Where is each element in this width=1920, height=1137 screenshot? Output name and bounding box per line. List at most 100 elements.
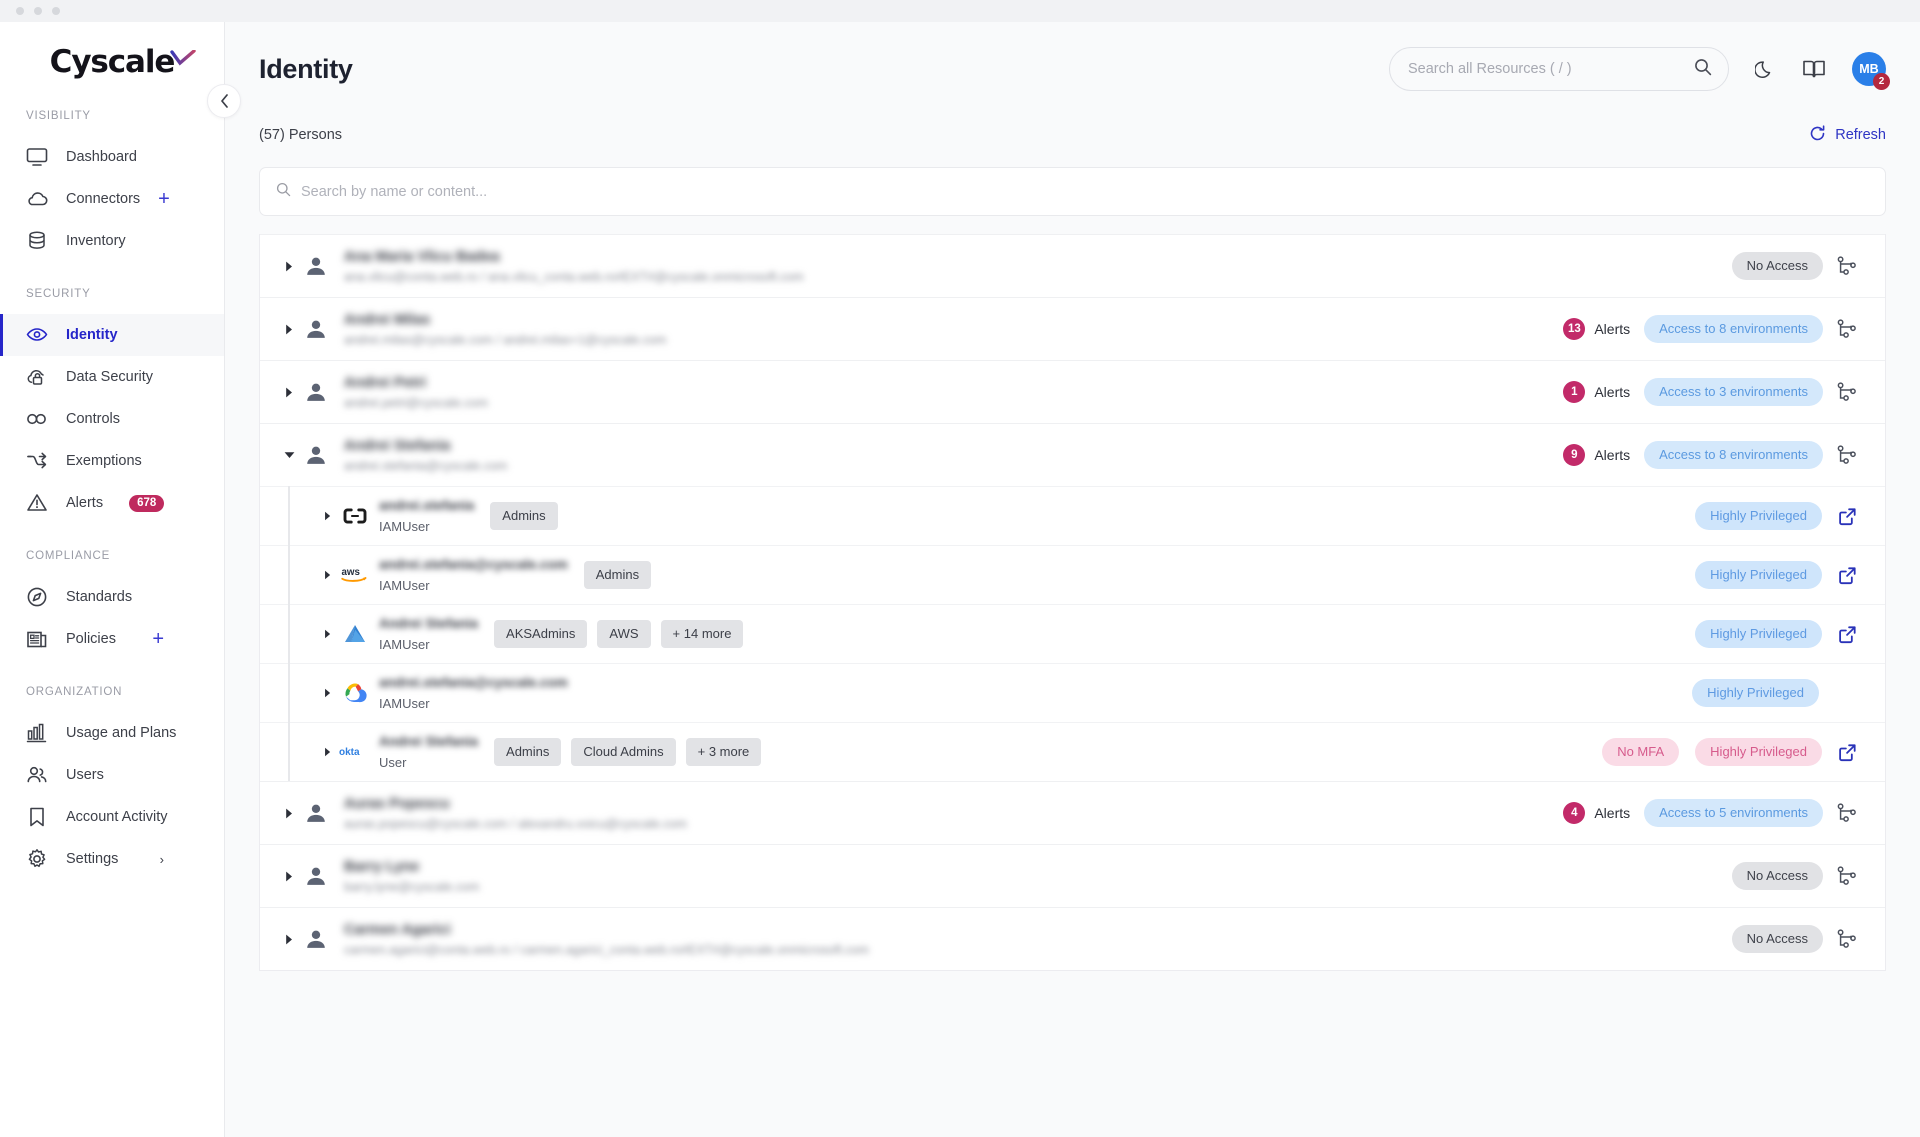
org-branch-icon[interactable] — [1837, 866, 1857, 886]
moon-icon[interactable] — [1755, 59, 1776, 80]
table-search-input[interactable] — [301, 184, 1869, 200]
chevron-right-icon[interactable] — [315, 511, 339, 521]
chevron-right-icon[interactable] — [276, 324, 302, 335]
window-dot-maximize[interactable] — [52, 7, 60, 15]
identity-row[interactable]: oktaAndrei StefaniaUserAdminsCloud Admin… — [260, 722, 1885, 781]
person-row[interactable]: Andrei Milasandrei.milas@cyscale.com / a… — [260, 297, 1885, 360]
external-link-icon[interactable] — [1838, 566, 1857, 585]
chevron-right-icon[interactable] — [276, 808, 302, 819]
cloud-lock-icon — [26, 366, 48, 388]
chevron-right-icon[interactable] — [276, 387, 302, 398]
no-access-badge[interactable]: No Access — [1732, 925, 1823, 953]
org-branch-icon[interactable] — [1837, 445, 1857, 465]
external-link-icon[interactable] — [1838, 625, 1857, 644]
identity-row-status: Highly Privileged — [1695, 561, 1857, 589]
alerts-cell[interactable]: 9Alerts — [1563, 444, 1630, 466]
person-row[interactable]: Auras Popescuauras.popescu@cyscale.com /… — [260, 781, 1885, 844]
global-search-input[interactable] — [1408, 61, 1694, 77]
sidebar-collapse-button[interactable] — [207, 84, 241, 118]
sidebar-item-label: Settings — [66, 851, 118, 867]
sidebar-item-users[interactable]: Users — [0, 754, 224, 796]
chevron-right-icon[interactable] — [315, 747, 339, 757]
sidebar-item-controls[interactable]: Controls — [0, 398, 224, 440]
sidebar-item-account-activity[interactable]: Account Activity — [0, 796, 224, 838]
identity-tag[interactable]: Admins — [494, 738, 561, 766]
identity-type: IAMUser — [379, 696, 568, 711]
identity-row[interactable]: awsandrei.stefania@cyscale.comIAMUserAdm… — [260, 545, 1885, 604]
identity-tag[interactable]: Admins — [584, 561, 651, 589]
chevron-right-icon[interactable] — [315, 629, 339, 639]
sidebar-item-data-security[interactable]: Data Security — [0, 356, 224, 398]
org-branch-icon[interactable] — [1837, 803, 1857, 823]
sidebar-item-exemptions[interactable]: Exemptions — [0, 440, 224, 482]
chevron-right-icon[interactable] — [315, 570, 339, 580]
top-bar: Identity MB 2 — [225, 22, 1920, 116]
no-access-badge[interactable]: No Access — [1732, 862, 1823, 890]
alerts-cell[interactable]: 13Alerts — [1563, 318, 1630, 340]
environments-access-badge[interactable]: Access to 8 environments — [1644, 315, 1823, 343]
environments-access-badge[interactable]: Access to 3 environments — [1644, 378, 1823, 406]
no-mfa-badge[interactable]: No MFA — [1602, 738, 1679, 766]
chevron-right-icon[interactable] — [276, 871, 302, 882]
identity-tag[interactable]: + 14 more — [661, 620, 744, 648]
sidebar-item-identity[interactable]: Identity — [0, 314, 224, 356]
chevron-right-icon[interactable]: › — [160, 852, 164, 867]
sidebar-item-policies[interactable]: Policies+ — [0, 618, 224, 660]
identity-tag[interactable]: AKSAdmins — [494, 620, 587, 648]
table-search[interactable] — [259, 167, 1886, 216]
plus-icon[interactable]: + — [158, 189, 170, 209]
chevron-down-icon[interactable] — [276, 451, 302, 459]
sidebar-item-alerts[interactable]: Alerts678 — [0, 482, 224, 524]
identity-row[interactable]: andrei.stefaniaIAMUserAdminsHighly Privi… — [260, 486, 1885, 545]
window-dot-minimize[interactable] — [34, 7, 42, 15]
sidebar-item-settings[interactable]: Settings › — [0, 838, 224, 880]
brand-logo[interactable]: Cyscale — [0, 22, 224, 110]
highly-privileged-badge[interactable]: Highly Privileged — [1692, 679, 1819, 707]
org-branch-icon[interactable] — [1837, 319, 1857, 339]
identity-row-status: Highly Privileged — [1695, 620, 1857, 648]
highly-privileged-badge[interactable]: Highly Privileged — [1695, 738, 1822, 766]
person-row[interactable]: Carmen Agaricicarmen.agarici@conta.web.r… — [260, 907, 1885, 970]
identity-row[interactable]: Andrei StefaniaIAMUserAKSAdminsAWS+ 14 m… — [260, 604, 1885, 663]
no-access-badge[interactable]: No Access — [1732, 252, 1823, 280]
identity-tag[interactable]: AWS — [597, 620, 650, 648]
alerts-cell[interactable]: 1Alerts — [1563, 381, 1630, 403]
environments-access-badge[interactable]: Access to 5 environments — [1644, 799, 1823, 827]
highly-privileged-badge[interactable]: Highly Privileged — [1695, 502, 1822, 530]
chevron-right-icon[interactable] — [276, 934, 302, 945]
external-link-icon[interactable] — [1838, 743, 1857, 762]
org-branch-icon[interactable] — [1837, 256, 1857, 276]
chevron-right-icon[interactable] — [276, 261, 302, 272]
sidebar-item-dashboard[interactable]: Dashboard — [0, 136, 224, 178]
window-dot-close[interactable] — [16, 7, 24, 15]
highly-privileged-badge[interactable]: Highly Privileged — [1695, 620, 1822, 648]
person-row[interactable]: Barry Lynebarry.lyne@cyscale.comNo Acces… — [260, 844, 1885, 907]
environments-access-badge[interactable]: Access to 8 environments — [1644, 441, 1823, 469]
alerts-cell[interactable]: 4Alerts — [1563, 802, 1630, 824]
book-icon[interactable] — [1802, 58, 1826, 80]
person-row[interactable]: Ana Maria Vlicu Badeaana.vlicu@conta.web… — [260, 234, 1885, 297]
person-row[interactable]: Andrei Stefaniaandrei.stefania@cyscale.c… — [260, 423, 1885, 486]
sidebar-item-standards[interactable]: Standards — [0, 576, 224, 618]
identity-tag[interactable]: + 3 more — [686, 738, 762, 766]
org-branch-icon[interactable] — [1837, 929, 1857, 949]
highly-privileged-badge[interactable]: Highly Privileged — [1695, 561, 1822, 589]
sidebar-item-connectors[interactable]: Connectors+ — [0, 178, 224, 220]
alerts-count-badge: 13 — [1563, 318, 1585, 340]
identity-tag[interactable]: Admins — [490, 502, 557, 530]
avatar[interactable]: MB 2 — [1852, 52, 1886, 86]
org-branch-icon[interactable] — [1837, 382, 1857, 402]
refresh-button[interactable]: Refresh — [1809, 125, 1886, 146]
identity-tag[interactable]: Cloud Admins — [571, 738, 675, 766]
plus-icon[interactable]: + — [152, 629, 164, 649]
person-avatar-icon — [302, 865, 330, 887]
sidebar-item-usage-and-plans[interactable]: Usage and Plans — [0, 712, 224, 754]
global-search[interactable] — [1389, 47, 1729, 91]
person-row[interactable]: Andrei Petriandrei.petri@cyscale.com1Ale… — [260, 360, 1885, 423]
sidebar-item-label: Exemptions — [66, 453, 142, 469]
sidebar-item-inventory[interactable]: Inventory — [0, 220, 224, 262]
chevron-right-icon[interactable] — [315, 688, 339, 698]
sidebar-spacer — [0, 906, 224, 1137]
identity-row[interactable]: andrei.stefania@cyscale.comIAMUserHighly… — [260, 663, 1885, 722]
external-link-icon[interactable] — [1838, 507, 1857, 526]
